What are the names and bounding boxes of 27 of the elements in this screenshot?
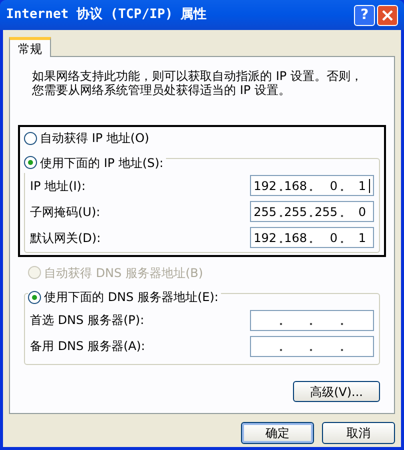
ip-address-field[interactable]: 192 168 0 1 bbox=[250, 175, 374, 196]
close-icon bbox=[382, 10, 393, 20]
advanced-button[interactable]: 高级(V)... bbox=[293, 381, 380, 402]
help-button[interactable]: ? bbox=[354, 4, 375, 26]
ip-address-field[interactable] bbox=[250, 310, 374, 330]
radio-button[interactable] bbox=[28, 290, 41, 304]
radio-button[interactable] bbox=[24, 132, 37, 144]
window-title: Internet 协议 (TCP/IP) 属性 bbox=[6, 6, 208, 24]
radio-label: 自动获得 IP 地址(O) bbox=[40, 130, 150, 147]
description-text: 您需要从网络系统管理员处获得适当的 IP 设置。 bbox=[32, 83, 292, 97]
radio-button[interactable] bbox=[24, 156, 37, 169]
field-label: IP 地址(I): bbox=[29, 178, 86, 194]
radio-label: 使用下面的 IP 地址(S): bbox=[40, 154, 164, 172]
tab[interactable]: 常规 bbox=[9, 37, 51, 57]
ip-address-field[interactable] bbox=[250, 336, 374, 356]
dialog-button[interactable]: 取消 bbox=[322, 422, 395, 444]
close-button[interactable] bbox=[377, 4, 398, 26]
ip-address-field[interactable]: 255 255 255 0 bbox=[250, 201, 374, 222]
description-text: 如果网络支持此功能，则可以获取自动指派的 IP 设置。否则， bbox=[32, 69, 364, 83]
field-label: 首选 DNS 服务器(P): bbox=[29, 312, 144, 329]
field-label: 默认网关(D): bbox=[29, 230, 101, 246]
radio-label: 自动获得 DNS 服务器地址(B) bbox=[44, 264, 204, 282]
field-label: 备用 DNS 服务器(A): bbox=[29, 338, 146, 355]
ip-address-field[interactable]: 192 168 0 1 bbox=[250, 227, 374, 248]
radio-label: 使用下面的 DNS 服务器地址(E): bbox=[44, 289, 218, 306]
field-label: 子网掩码(U): bbox=[29, 204, 100, 220]
dialog-button[interactable]: 确定 bbox=[241, 422, 314, 444]
